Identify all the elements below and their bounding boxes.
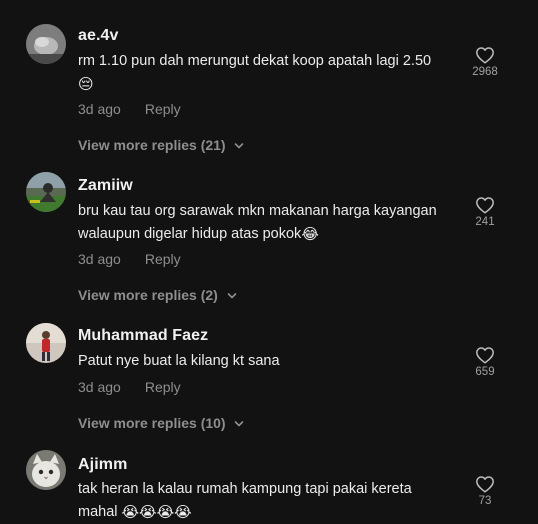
like-button[interactable]: 659 [468, 346, 502, 378]
like-button[interactable]: 73 [468, 475, 502, 507]
heart-outline-icon [476, 347, 494, 364]
heart-outline-icon [476, 47, 494, 64]
avatar[interactable] [26, 172, 66, 212]
chevron-down-icon [227, 293, 237, 299]
comment-username[interactable]: ae.4v [78, 27, 119, 45]
view-more-replies-button[interactable]: View more replies (21) [78, 137, 244, 153]
comment-text: bru kau tau org sarawak mkn makanan harg… [78, 200, 438, 246]
avatar[interactable] [26, 323, 66, 363]
comment-emoji: 😂 [301, 225, 319, 243]
avatar[interactable] [26, 24, 66, 64]
comment-emoji: 😭😭😭😭 [121, 503, 192, 521]
view-more-replies-button[interactable]: View more replies (2) [78, 287, 237, 303]
comment-text-body: Patut nye buat la kilang kt sana [78, 353, 280, 369]
avatar[interactable] [26, 450, 66, 490]
like-count: 659 [475, 366, 495, 378]
comment-text: rm 1.10 pun dah merungut dekat koop apat… [78, 50, 438, 96]
comment-text: tak heran la kalau rumah kampung tapi pa… [78, 478, 438, 524]
like-button[interactable]: 2968 [468, 46, 502, 78]
comment-timestamp: 3d ago [78, 379, 121, 395]
comment-text-body: bru kau tau org sarawak mkn makanan harg… [78, 203, 437, 242]
comment-timestamp: 3d ago [78, 251, 121, 267]
chevron-down-icon [235, 143, 244, 149]
chevron-down-icon [235, 421, 244, 427]
reply-button[interactable]: Reply [145, 379, 181, 395]
comment-meta: 3d ago Reply [78, 101, 181, 117]
comment-text-body: rm 1.10 pun dah merungut dekat koop apat… [78, 53, 432, 69]
view-more-replies-label: View more replies (10) [78, 415, 226, 431]
view-more-replies-button[interactable]: View more replies (10) [78, 415, 244, 431]
heart-outline-icon [476, 476, 494, 493]
reply-button[interactable]: Reply [145, 101, 181, 117]
like-count: 73 [478, 495, 492, 507]
comment-meta: 3d ago Reply [78, 251, 181, 267]
comment-username[interactable]: Zamiiw [78, 177, 133, 195]
comment-emoji: 😔 [78, 75, 94, 93]
comment-meta: 3d ago Reply [78, 379, 181, 395]
like-button[interactable]: 241 [468, 196, 502, 228]
like-count: 241 [475, 216, 495, 228]
comment-username[interactable]: Muhammad Faez [78, 327, 208, 345]
comment-timestamp: 3d ago [78, 101, 121, 117]
view-more-replies-label: View more replies (21) [78, 137, 226, 153]
like-count: 2968 [472, 66, 498, 78]
view-more-replies-label: View more replies (2) [78, 287, 218, 303]
comment-username[interactable]: Ajimm [78, 456, 127, 474]
heart-outline-icon [476, 197, 494, 214]
reply-button[interactable]: Reply [145, 251, 181, 267]
comment-text: Patut nye buat la kilang kt sana [78, 350, 438, 373]
